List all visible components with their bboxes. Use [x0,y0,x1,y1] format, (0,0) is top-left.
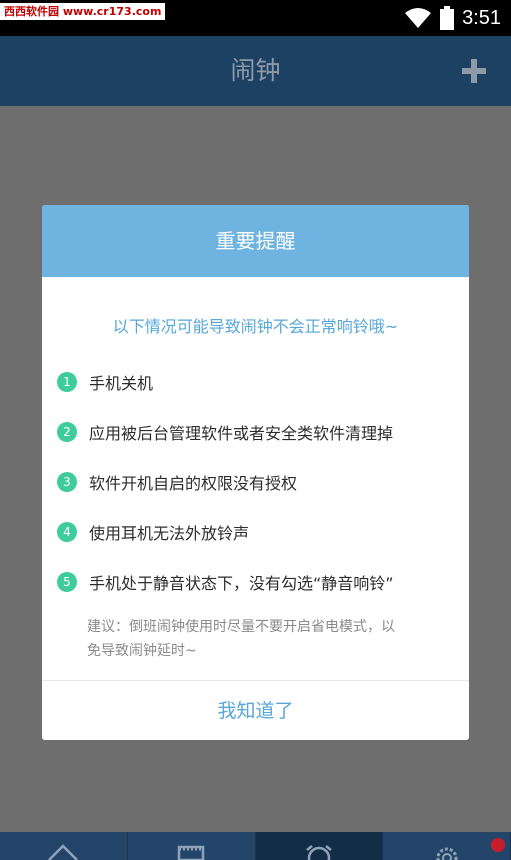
reminder-dialog: 重要提醒 以下情况可能导致闹钟不会正常响铃哦~ 1 手机关机 2 应用被后台管理… [42,205,469,740]
list-item: 5 手机处于静音状态下，没有勾选“静音响铃” [57,557,469,607]
list-item: 2 应用被后台管理软件或者安全类软件清理掉 [57,407,469,457]
notification-dot [491,838,505,852]
calendar-icon [177,845,205,860]
list-item: 3 软件开机自启的权限没有授权 [57,457,469,507]
dialog-subtitle: 以下情况可能导致闹钟不会正常响铃哦~ [112,317,399,336]
nav-item-home[interactable] [0,832,128,860]
number-badge: 1 [57,372,77,392]
list-item-text: 应用被后台管理软件或者安全类软件清理掉 [89,424,394,443]
battery-icon [440,6,455,30]
gear-icon [436,847,458,860]
list-item: 1 手机关机 [57,357,469,407]
number-badge: 5 [57,572,77,592]
bottom-nav [0,832,511,860]
confirm-button[interactable]: 我知道了 [42,680,469,740]
nav-item-alarm[interactable] [255,832,384,860]
note-line-1: 建议：倒班闹钟使用时尽量不要开启省电模式，以 [87,619,395,635]
number-badge: 3 [57,472,77,492]
list-item-text: 使用耳机无法外放铃声 [89,524,250,543]
alarm-clock-icon [306,845,332,860]
add-alarm-button[interactable] [457,54,491,88]
page-title: 闹钟 [230,56,281,85]
number-badge: 2 [57,422,77,442]
list-item-text: 手机关机 [89,374,154,393]
dialog-title: 重要提醒 [42,205,469,277]
number-badge: 4 [57,522,77,542]
watermark: 西西软件园 www.cr173.com [0,3,166,20]
home-icon [48,844,79,860]
status-time: 3:51 [462,6,501,29]
wifi-icon [405,8,432,28]
list-item: 4 使用耳机无法外放铃声 [57,507,469,557]
status-icons: 3:51 [404,0,501,36]
nav-item-settings[interactable] [383,832,511,860]
plus-icon [462,59,486,83]
reason-list: 1 手机关机 2 应用被后台管理软件或者安全类软件清理掉 3 软件开机自启的权限… [42,357,469,607]
list-item-text: 软件开机自启的权限没有授权 [89,474,298,493]
suggestion-note: 建议：倒班闹钟使用时尽量不要开启省电模式，以 免导致闹钟延时~ [87,615,441,663]
app-bar: 闹钟 [0,36,511,106]
note-line-2: 免导致闹钟延时~ [87,643,197,659]
nav-item-calendar[interactable] [128,832,256,860]
list-item-text: 手机处于静音状态下，没有勾选“静音响铃” [89,574,394,593]
status-bar: 西西软件园 www.cr173.com 3:51 [0,0,511,36]
